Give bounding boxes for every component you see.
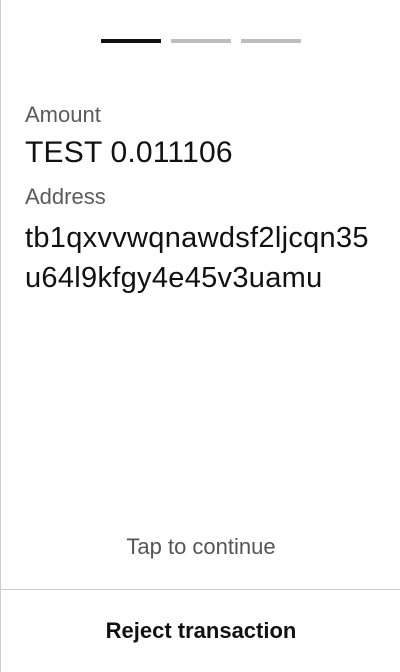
step-progress-indicator [101, 39, 301, 43]
transaction-review-screen: Amount TEST 0.011106 Address tb1qxvvwqna… [0, 0, 400, 672]
progress-step-2 [171, 39, 231, 43]
progress-step-3 [241, 39, 301, 43]
tap-to-continue-prompt[interactable]: Tap to continue [1, 532, 400, 562]
amount-value: TEST 0.011106 [25, 136, 233, 169]
transaction-details: Amount TEST 0.011106 Address tb1qxvvwqna… [25, 100, 377, 308]
progress-step-1 [101, 39, 161, 43]
reject-transaction-button[interactable]: Reject transaction [1, 590, 400, 672]
address-value: tb1qxvvwqnawdsf2ljcqn35u64l9kfgy4e45v3ua… [25, 222, 369, 294]
address-label: Address [25, 184, 106, 209]
amount-label: Amount [25, 102, 101, 127]
